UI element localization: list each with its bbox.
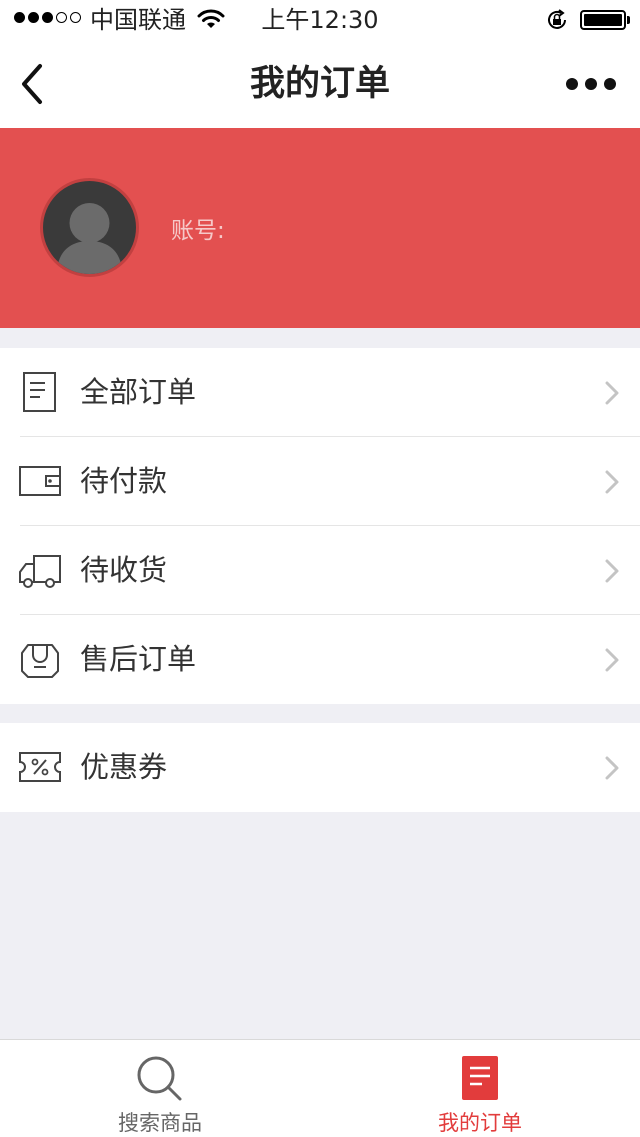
rotation-lock-icon	[548, 9, 566, 29]
user-silhouette-icon	[57, 203, 122, 274]
more-dot-icon	[585, 78, 597, 90]
chevron-right-icon	[605, 648, 619, 672]
battery-icon	[580, 10, 626, 30]
account-label: 账号:	[171, 218, 225, 244]
truck-icon	[19, 555, 61, 588]
nav-bar: 我的订单	[0, 40, 640, 128]
menu-item-pending-payment[interactable]: 待付款	[0, 437, 640, 526]
more-dot-icon	[566, 78, 578, 90]
order-list-icon	[462, 1056, 498, 1100]
menu-item-pending-delivery[interactable]: 待收货	[0, 526, 640, 615]
battery-tip	[627, 16, 630, 24]
status-bar: 中国联通 上午12:30	[0, 0, 640, 40]
chevron-right-icon	[605, 470, 619, 494]
avatar[interactable]	[40, 178, 139, 277]
return-bag-icon	[21, 644, 59, 678]
more-dot-icon	[604, 78, 616, 90]
order-menu-group: 全部订单 待付款 待收货 售后订单	[0, 348, 640, 704]
page-title: 我的订单	[249, 64, 390, 104]
tab-label: 搜索商品	[118, 1111, 202, 1135]
coupon-icon	[19, 752, 61, 782]
tab-bar: 搜索商品 我的订单	[0, 1039, 640, 1137]
menu-label: 待收货	[80, 553, 168, 587]
document-icon	[23, 372, 56, 412]
wallet-icon	[19, 466, 61, 496]
menu-item-after-sales[interactable]: 售后订单	[0, 615, 640, 704]
coupon-menu-group: 优惠券	[0, 723, 640, 812]
status-time: 上午12:30	[261, 6, 379, 34]
tab-search-products[interactable]: 搜索商品	[0, 1040, 320, 1137]
tab-my-orders[interactable]: 我的订单	[320, 1040, 640, 1137]
search-icon	[137, 1056, 182, 1101]
menu-item-all-orders[interactable]: 全部订单	[0, 348, 640, 437]
chevron-right-icon	[605, 381, 619, 405]
profile-header: 账号:	[0, 128, 640, 328]
menu-item-coupons[interactable]: 优惠券	[0, 723, 640, 812]
chevron-right-icon	[605, 559, 619, 583]
menu-label: 全部订单	[80, 375, 197, 409]
menu-label: 优惠券	[80, 750, 168, 784]
chevron-right-icon	[605, 756, 619, 780]
tab-label: 我的订单	[438, 1111, 522, 1135]
more-options-button[interactable]	[566, 76, 616, 92]
menu-label: 待付款	[80, 464, 168, 498]
menu-label: 售后订单	[80, 642, 197, 676]
